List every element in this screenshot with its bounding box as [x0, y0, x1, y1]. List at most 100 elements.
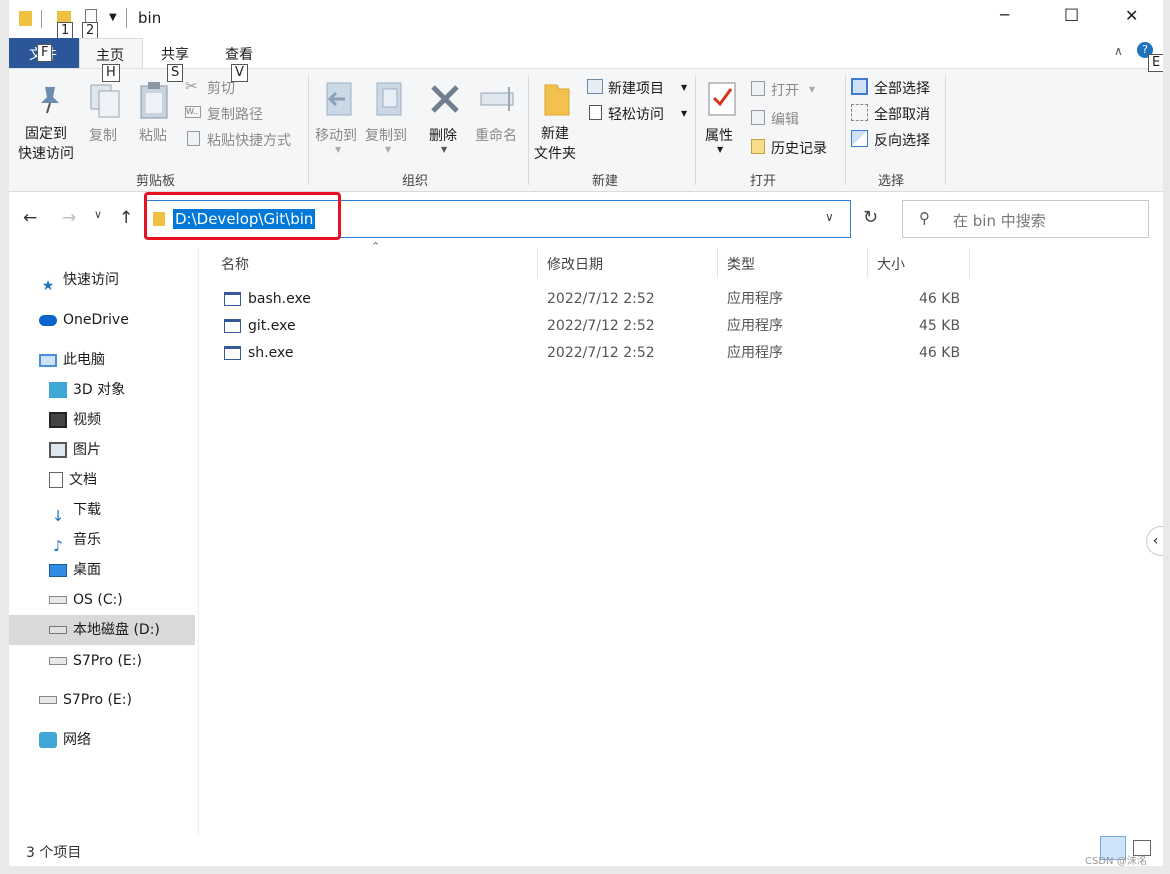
- refresh-button[interactable]: ↻: [856, 200, 886, 238]
- tab-share[interactable]: 共享: [161, 44, 189, 64]
- nav-item-drive-e-removable[interactable]: S7Pro (E:): [39, 686, 132, 714]
- nav-item-videos[interactable]: 视频: [49, 406, 101, 434]
- tab-view[interactable]: 查看: [225, 44, 253, 64]
- dropdown-icon: ▼: [335, 145, 342, 154]
- table-row[interactable]: bash.exe 2022/7/12 2:52 应用程序 46 KB: [199, 286, 979, 313]
- new-item-button[interactable]: 新建项目 ▼: [587, 77, 693, 99]
- keytip-f: F: [37, 44, 53, 62]
- open-icon: [751, 81, 765, 96]
- pin-to-quick-access-button[interactable]: 固定到 快速访问: [15, 73, 83, 163]
- select-none-button[interactable]: 全部取消: [851, 103, 947, 125]
- collapse-ribbon-icon[interactable]: ∧: [1114, 44, 1123, 58]
- up-arrow-icon[interactable]: ↑: [119, 208, 133, 228]
- nav-item-drive-c[interactable]: OS (C:): [49, 586, 123, 614]
- picture-icon: [49, 442, 67, 458]
- drive-icon: [49, 657, 67, 665]
- dropdown-icon: ▼: [681, 83, 688, 92]
- dropdown-icon: ▼: [681, 109, 688, 118]
- paste-button[interactable]: 粘贴: [131, 73, 177, 163]
- address-dropdown-icon[interactable]: ∨: [825, 210, 834, 224]
- select-none-icon: [851, 104, 868, 121]
- invert-selection-button[interactable]: 反向选择: [851, 129, 947, 151]
- item-count: 3 个项目: [26, 845, 82, 861]
- rename-button[interactable]: 重命名: [471, 73, 527, 163]
- properties-button[interactable]: 属性 ▼: [699, 73, 745, 163]
- nav-item-3d-objects[interactable]: 3D 对象: [49, 376, 125, 404]
- delete-button[interactable]: 删除 ▼: [423, 73, 467, 163]
- dropdown-icon: ▼: [717, 145, 724, 154]
- properties-check-icon: [708, 82, 736, 116]
- star-icon: ★: [41, 278, 55, 294]
- background-strip-right: [1163, 0, 1170, 874]
- invert-selection-icon: [851, 130, 868, 147]
- nav-item-drive-e[interactable]: S7Pro (E:): [49, 647, 142, 675]
- clipboard-icon: [140, 82, 168, 119]
- new-folder-button[interactable]: 新建 文件夹: [531, 73, 583, 163]
- column-divider[interactable]: [717, 248, 718, 278]
- cloud-icon: [39, 314, 57, 326]
- column-divider[interactable]: [537, 248, 538, 278]
- search-box[interactable]: ⚲ 在 bin 中搜索: [902, 200, 1149, 238]
- divider: [528, 75, 529, 185]
- refresh-icon: ↻: [863, 207, 879, 228]
- select-all-button[interactable]: 全部选择: [851, 77, 947, 99]
- recent-locations-icon[interactable]: ∨: [94, 208, 102, 221]
- move-to-icon: [326, 82, 352, 116]
- download-icon: ↓: [51, 507, 65, 525]
- copy-button[interactable]: 复制: [83, 73, 129, 163]
- rename-icon: [480, 87, 514, 111]
- open-button[interactable]: 打开 ▼: [751, 79, 831, 101]
- nav-item-downloads[interactable]: ↓ 下载: [49, 496, 101, 525]
- keytip-h: H: [102, 64, 120, 82]
- divider: [945, 75, 946, 185]
- nav-item-this-pc[interactable]: 此电脑: [39, 346, 105, 374]
- column-divider[interactable]: [969, 248, 970, 278]
- forward-arrow-icon[interactable]: →: [62, 208, 76, 228]
- copy-path-button[interactable]: W.. 复制路径: [185, 103, 305, 125]
- nav-item-desktop[interactable]: 桌面: [49, 556, 101, 584]
- watermark: CSDN @沫洺: [1085, 856, 1147, 867]
- table-row[interactable]: git.exe 2022/7/12 2:52 应用程序 45 KB: [199, 313, 979, 340]
- nav-item-documents[interactable]: 文档: [49, 466, 97, 494]
- expand-pane-button[interactable]: ‹: [1146, 526, 1163, 556]
- dropdown-icon: ▼: [809, 85, 816, 94]
- copy-to-button[interactable]: 复制到 ▼: [363, 73, 415, 163]
- close-button[interactable]: ✕: [1125, 6, 1138, 25]
- nav-item-quick-access[interactable]: ★ 快速访问: [39, 266, 119, 294]
- exe-file-icon: [224, 346, 241, 360]
- document-icon: [49, 472, 63, 488]
- history-button[interactable]: 历史记录: [751, 137, 847, 159]
- delete-x-icon: [431, 85, 459, 113]
- sort-ascending-icon: ⌃: [371, 240, 381, 253]
- video-icon: [49, 412, 67, 428]
- divider: [308, 75, 309, 185]
- nav-item-music[interactable]: ♪ 音乐: [49, 526, 101, 555]
- nav-item-onedrive[interactable]: OneDrive: [39, 306, 129, 334]
- file-list: ⌃ 名称 修改日期 类型 大小 bash.exe 2022/7/12 2:52 …: [198, 240, 1163, 836]
- paste-shortcut-button[interactable]: 粘贴快捷方式: [185, 129, 315, 151]
- divider: [695, 75, 696, 185]
- back-arrow-icon[interactable]: ←: [23, 208, 37, 228]
- background-strip-bottom: [0, 866, 1170, 874]
- exe-file-icon: [224, 319, 241, 333]
- move-to-button[interactable]: 移动到 ▼: [313, 73, 363, 163]
- copy-path-icon: W..: [185, 106, 201, 118]
- nav-item-pictures[interactable]: 图片: [49, 436, 101, 464]
- window-title: bin: [138, 9, 162, 27]
- copy-to-icon: [376, 82, 402, 116]
- minimize-button[interactable]: ─: [1000, 6, 1009, 24]
- edit-button[interactable]: 编辑: [751, 108, 831, 130]
- qat-dropdown-icon[interactable]: ▼: [109, 12, 117, 23]
- easy-access-button[interactable]: 轻松访问 ▼: [587, 103, 693, 125]
- nav-item-network[interactable]: 网络: [39, 726, 91, 754]
- column-divider[interactable]: [867, 248, 868, 278]
- column-header-type[interactable]: 类型: [727, 252, 755, 278]
- column-header-size[interactable]: 大小: [877, 252, 905, 278]
- table-row[interactable]: sh.exe 2022/7/12 2:52 应用程序 46 KB: [199, 340, 979, 367]
- drive-icon: [49, 596, 67, 604]
- column-header-date[interactable]: 修改日期: [547, 252, 603, 278]
- nav-item-drive-d[interactable]: 本地磁盘 (D:): [49, 616, 160, 644]
- column-header-name[interactable]: 名称: [221, 252, 249, 278]
- explorer-window: ▼ 1 2 bin ─ ☐ ✕ 文件 F 主页 H 共享 S 查看 V ∧ ? …: [9, 0, 1163, 866]
- maximize-button[interactable]: ☐: [1064, 6, 1079, 26]
